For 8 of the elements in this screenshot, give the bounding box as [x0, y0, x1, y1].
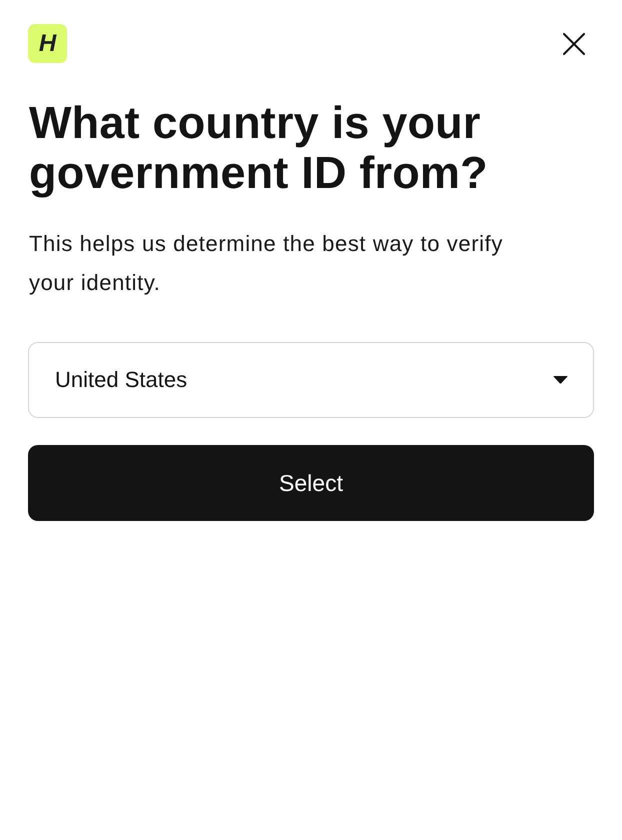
close-button[interactable]: [563, 33, 585, 55]
logo: H: [28, 24, 67, 63]
description-text: This helps us determine the best way to verify your identity.: [29, 230, 504, 297]
page-title: What country is your government ID from?: [29, 98, 489, 198]
close-icon: [563, 33, 585, 55]
country-dropdown[interactable]: United States: [28, 342, 594, 418]
caret-icon: [553, 376, 568, 384]
select-button[interactable]: Select: [28, 445, 594, 521]
